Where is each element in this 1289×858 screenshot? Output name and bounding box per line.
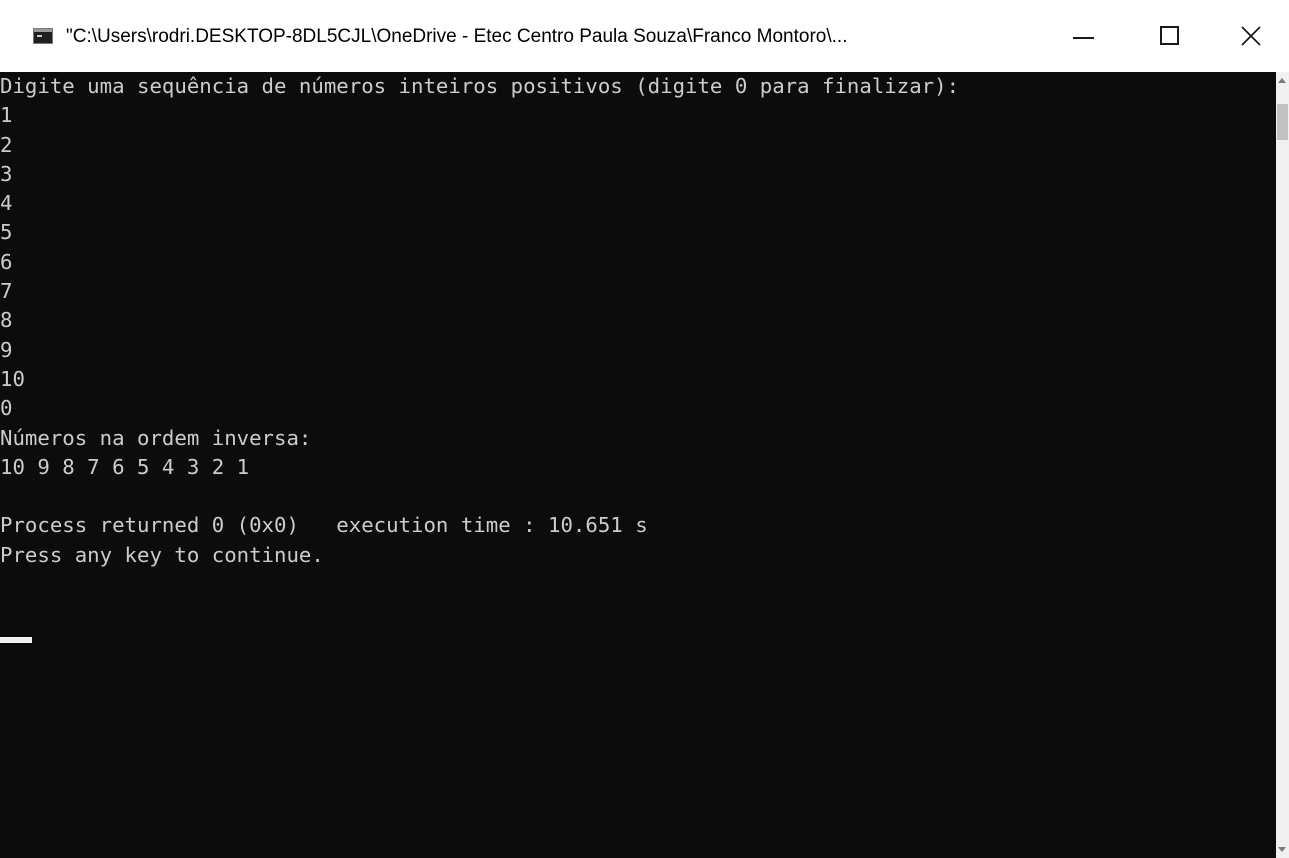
- console-line-input: 2: [0, 132, 13, 157]
- title-bar[interactable]: "C:\Users\rodri.DESKTOP-8DL5CJL\OneDrive…: [0, 0, 1289, 72]
- console-line-result-heading: Números na ordem inversa:: [0, 425, 312, 450]
- console-line-blank: [0, 482, 959, 511]
- text-cursor: [0, 637, 32, 643]
- console-line-result: 10 9 8 7 6 5 4 3 2 1: [0, 454, 262, 479]
- console-output[interactable]: Digite uma sequência de números inteiros…: [0, 72, 1276, 858]
- console-line-input: 6: [0, 249, 13, 274]
- scroll-up-arrow-icon[interactable]: [1278, 78, 1286, 83]
- minimize-icon: [1073, 37, 1094, 39]
- console-line-input: 4: [0, 191, 13, 216]
- console-line-prompt: Digite uma sequência de números inteiros…: [0, 74, 960, 98]
- close-icon: [1241, 26, 1261, 46]
- console-line-input: 10: [0, 366, 25, 391]
- console-window: "C:\Users\rodri.DESKTOP-8DL5CJL\OneDrive…: [0, 0, 1289, 858]
- console-line-input: 0: [0, 396, 13, 421]
- vertical-scrollbar[interactable]: [1276, 72, 1289, 858]
- console-line-input: 1: [0, 103, 13, 128]
- console-line-input: 3: [0, 161, 13, 186]
- maximize-icon: [1160, 26, 1179, 45]
- console-line-input: 5: [0, 220, 13, 245]
- console-lines: Digite uma sequência de números inteiros…: [0, 72, 959, 570]
- window-title: "C:\Users\rodri.DESKTOP-8DL5CJL\OneDrive…: [66, 26, 848, 47]
- console-line-input: 9: [0, 337, 13, 362]
- console-app-icon[interactable]: [33, 28, 53, 44]
- maximize-button[interactable]: [1142, 0, 1200, 72]
- console-line-process-status: Process returned 0 (0x0) execution time …: [0, 513, 648, 538]
- scroll-thumb[interactable]: [1277, 104, 1288, 140]
- minimize-button[interactable]: [1054, 0, 1112, 72]
- console-line-input: 8: [0, 308, 13, 333]
- console-line-input: 7: [0, 279, 13, 304]
- scroll-down-arrow-icon[interactable]: [1278, 847, 1286, 852]
- console-line-continue-prompt: Press any key to continue.: [0, 542, 324, 567]
- close-button[interactable]: [1231, 0, 1289, 72]
